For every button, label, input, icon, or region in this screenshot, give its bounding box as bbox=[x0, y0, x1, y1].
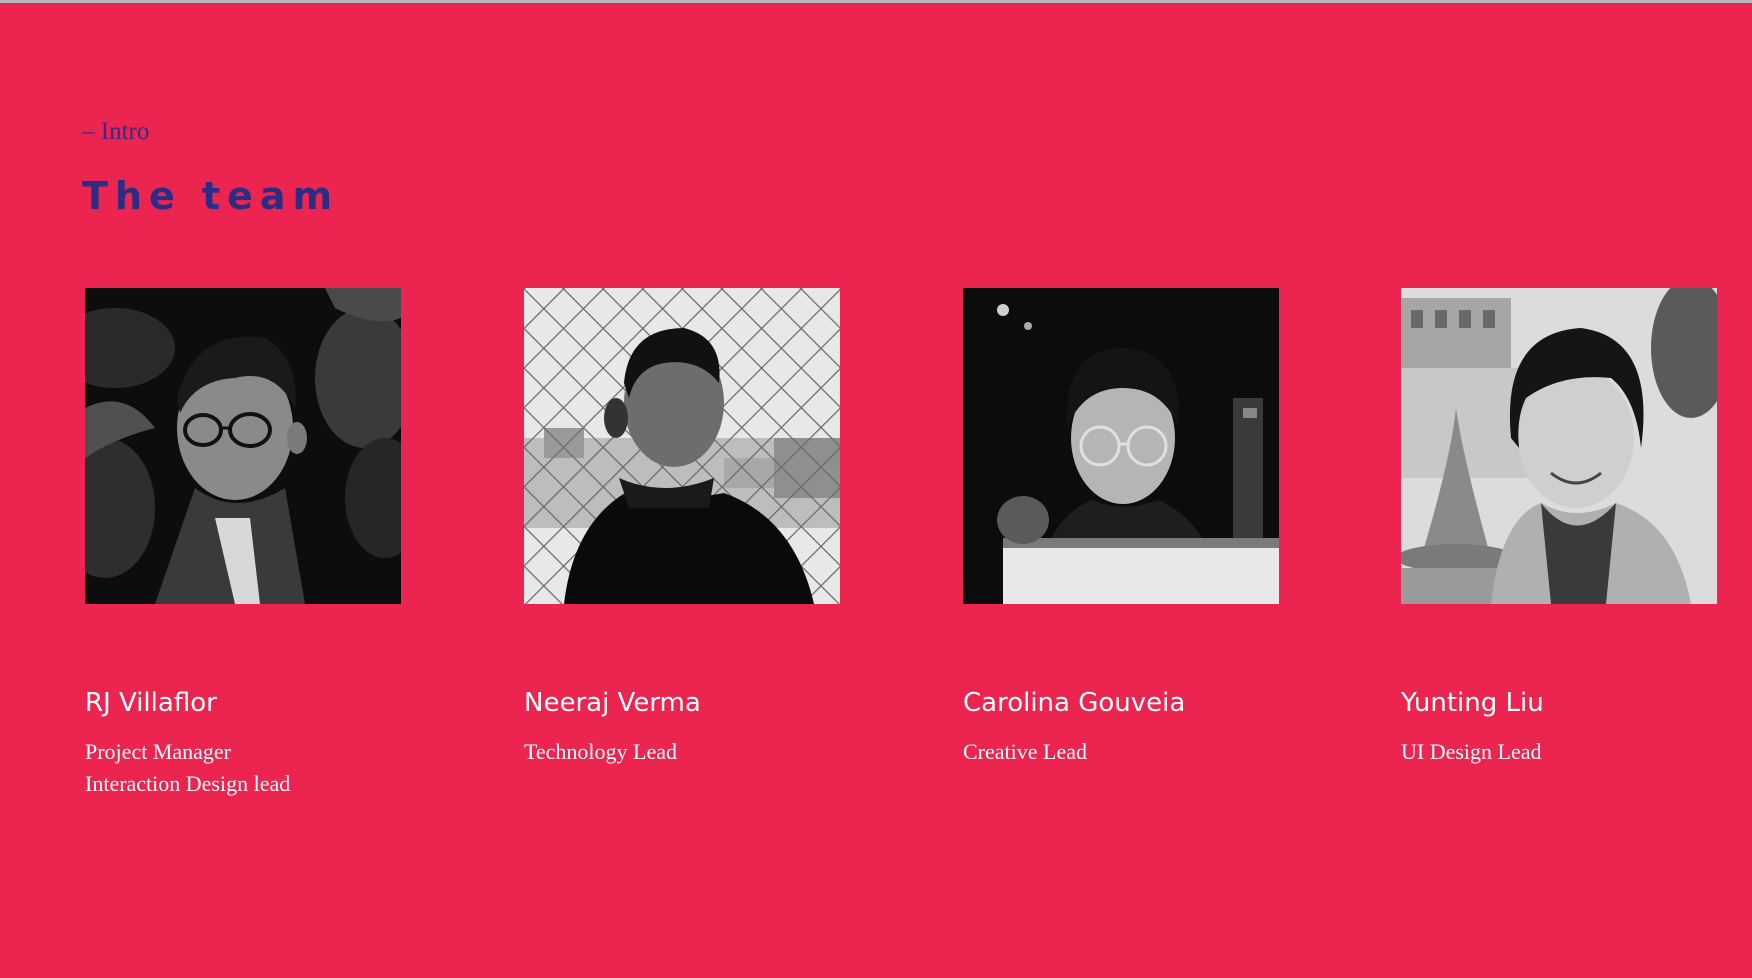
member-role: UI Design Lead bbox=[1401, 739, 1542, 764]
member-name: Yunting Liu bbox=[1401, 688, 1544, 718]
member-role: Creative Lead bbox=[963, 739, 1087, 764]
member-photo bbox=[963, 288, 1279, 604]
member-roles: Project Manager Interaction Design lead bbox=[85, 736, 402, 800]
member-name: RJ Villaflor bbox=[85, 688, 217, 718]
team-member-card: Carolina Gouveia Creative Lead bbox=[963, 288, 1280, 768]
member-roles: Creative Lead bbox=[963, 736, 1280, 768]
member-roles: Technology Lead bbox=[524, 736, 841, 768]
member-photo bbox=[1401, 288, 1717, 604]
member-role: Project Manager bbox=[85, 739, 231, 764]
top-divider bbox=[0, 0, 1752, 3]
member-photo bbox=[524, 288, 840, 604]
member-photo bbox=[85, 288, 401, 604]
member-role: Interaction Design lead bbox=[85, 771, 291, 796]
team-member-card: Yunting Liu UI Design Lead bbox=[1401, 288, 1718, 768]
section-eyebrow: – Intro bbox=[82, 118, 150, 145]
section-title: The team bbox=[82, 174, 340, 218]
member-roles: UI Design Lead bbox=[1401, 736, 1718, 768]
member-role: Technology Lead bbox=[524, 739, 678, 764]
member-name: Neeraj Verma bbox=[524, 688, 701, 718]
member-name: Carolina Gouveia bbox=[963, 688, 1186, 718]
team-member-card: Neeraj Verma Technology Lead bbox=[524, 288, 841, 768]
team-member-card: RJ Villaflor Project Manager Interaction… bbox=[85, 288, 402, 800]
